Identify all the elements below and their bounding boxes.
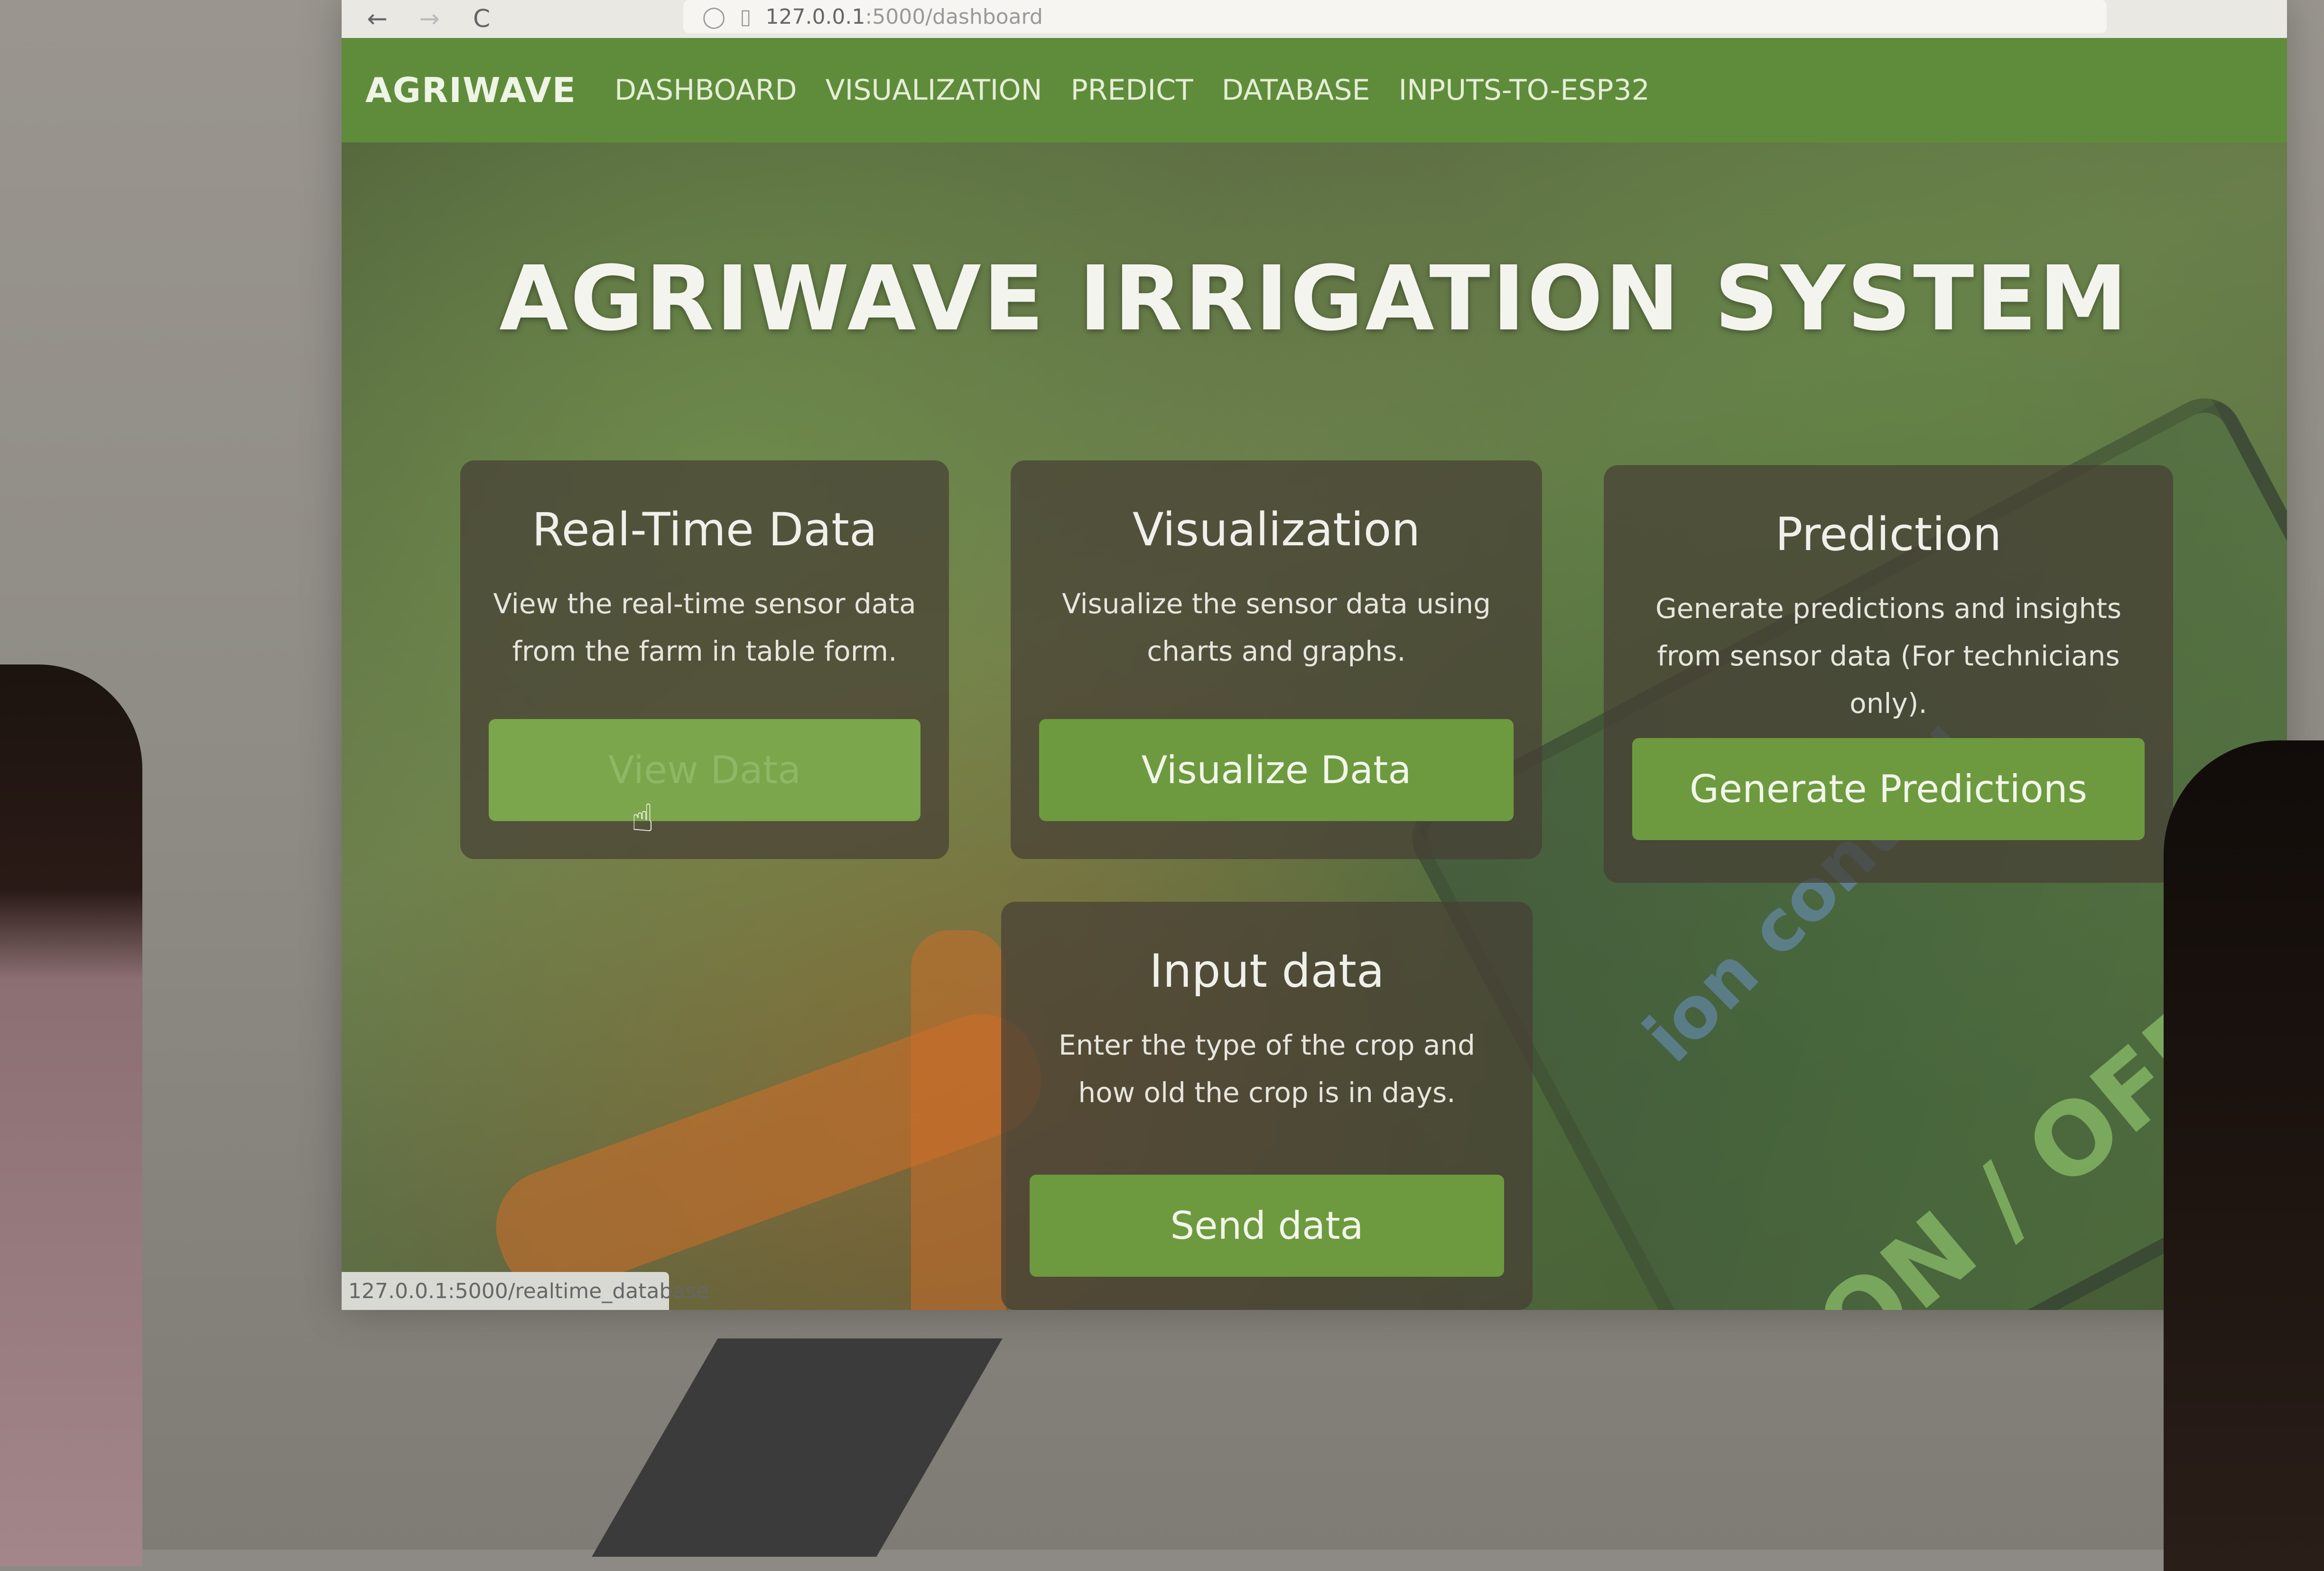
nav-link-predict[interactable]: PREDICT (1070, 74, 1193, 107)
card-title: Input data (1149, 944, 1385, 998)
nav-link-inputs-to-esp32[interactable]: INPUTS-TO-ESP32 (1398, 74, 1649, 107)
page-title: AGRIWAVE IRRIGATION SYSTEM (499, 247, 2129, 351)
card-title: Visualization (1132, 503, 1421, 556)
app-navbar: AGRIWAVE DASHBOARD VISUALIZATION PREDICT… (342, 38, 2287, 142)
nav-link-visualization[interactable]: VISUALIZATION (826, 74, 1042, 107)
send-data-button[interactable]: Send data (1030, 1175, 1504, 1277)
back-icon[interactable]: ← (361, 2, 394, 36)
card-title: Prediction (1775, 508, 2002, 561)
reload-icon[interactable]: C (465, 2, 498, 36)
card-realtime-data: Real-Time Data View the real-time sensor… (460, 460, 949, 859)
card-description: Visualize the sensor data using charts a… (1062, 588, 1491, 667)
browser-toolbar: ← → C ◯ ▯ 127.0.0.1 :5000/dashboard (342, 0, 2287, 38)
url-path: :5000/dashboard (865, 4, 1043, 29)
card-description: Generate predictions and insights from s… (1655, 592, 2122, 720)
projected-screen: ← → C ◯ ▯ 127.0.0.1 :5000/dashboard AGRI… (342, 0, 2287, 1310)
card-description: View the real-time sensor data from the … (493, 588, 916, 667)
card-prediction: Prediction Generate predictions and insi… (1604, 465, 2173, 883)
forward-icon[interactable]: → (413, 2, 446, 36)
status-bar-url: 127.0.0.1:5000/realtime_database (342, 1272, 709, 1310)
generate-predictions-button[interactable]: Generate Predictions (1632, 738, 2145, 840)
view-data-button[interactable]: View Data (489, 719, 920, 821)
card-input-data: Input data Enter the type of the crop an… (1001, 902, 1533, 1310)
address-bar[interactable]: ◯ ▯ 127.0.0.1 :5000/dashboard (683, 0, 2107, 33)
page-icon: ▯ (740, 4, 752, 29)
url-host: 127.0.0.1 (765, 4, 865, 29)
hand-cursor-icon: ☝ (631, 796, 654, 840)
brand-logo[interactable]: AGRIWAVE (365, 70, 576, 110)
card-description: Enter the type of the crop and how old t… (1058, 1029, 1475, 1109)
card-title: Real-Time Data (532, 503, 877, 556)
person-left-silhouette (0, 664, 142, 1566)
background-pipe-vertical (911, 930, 1006, 1310)
nav-link-database[interactable]: DATABASE (1222, 74, 1370, 107)
shield-icon: ◯ (702, 4, 726, 29)
person-right-silhouette (2164, 740, 2324, 1571)
nav-link-dashboard[interactable]: DASHBOARD (614, 74, 797, 107)
visualize-data-button[interactable]: Visualize Data (1039, 719, 1514, 821)
card-visualization: Visualization Visualize the sensor data … (1011, 460, 1542, 859)
